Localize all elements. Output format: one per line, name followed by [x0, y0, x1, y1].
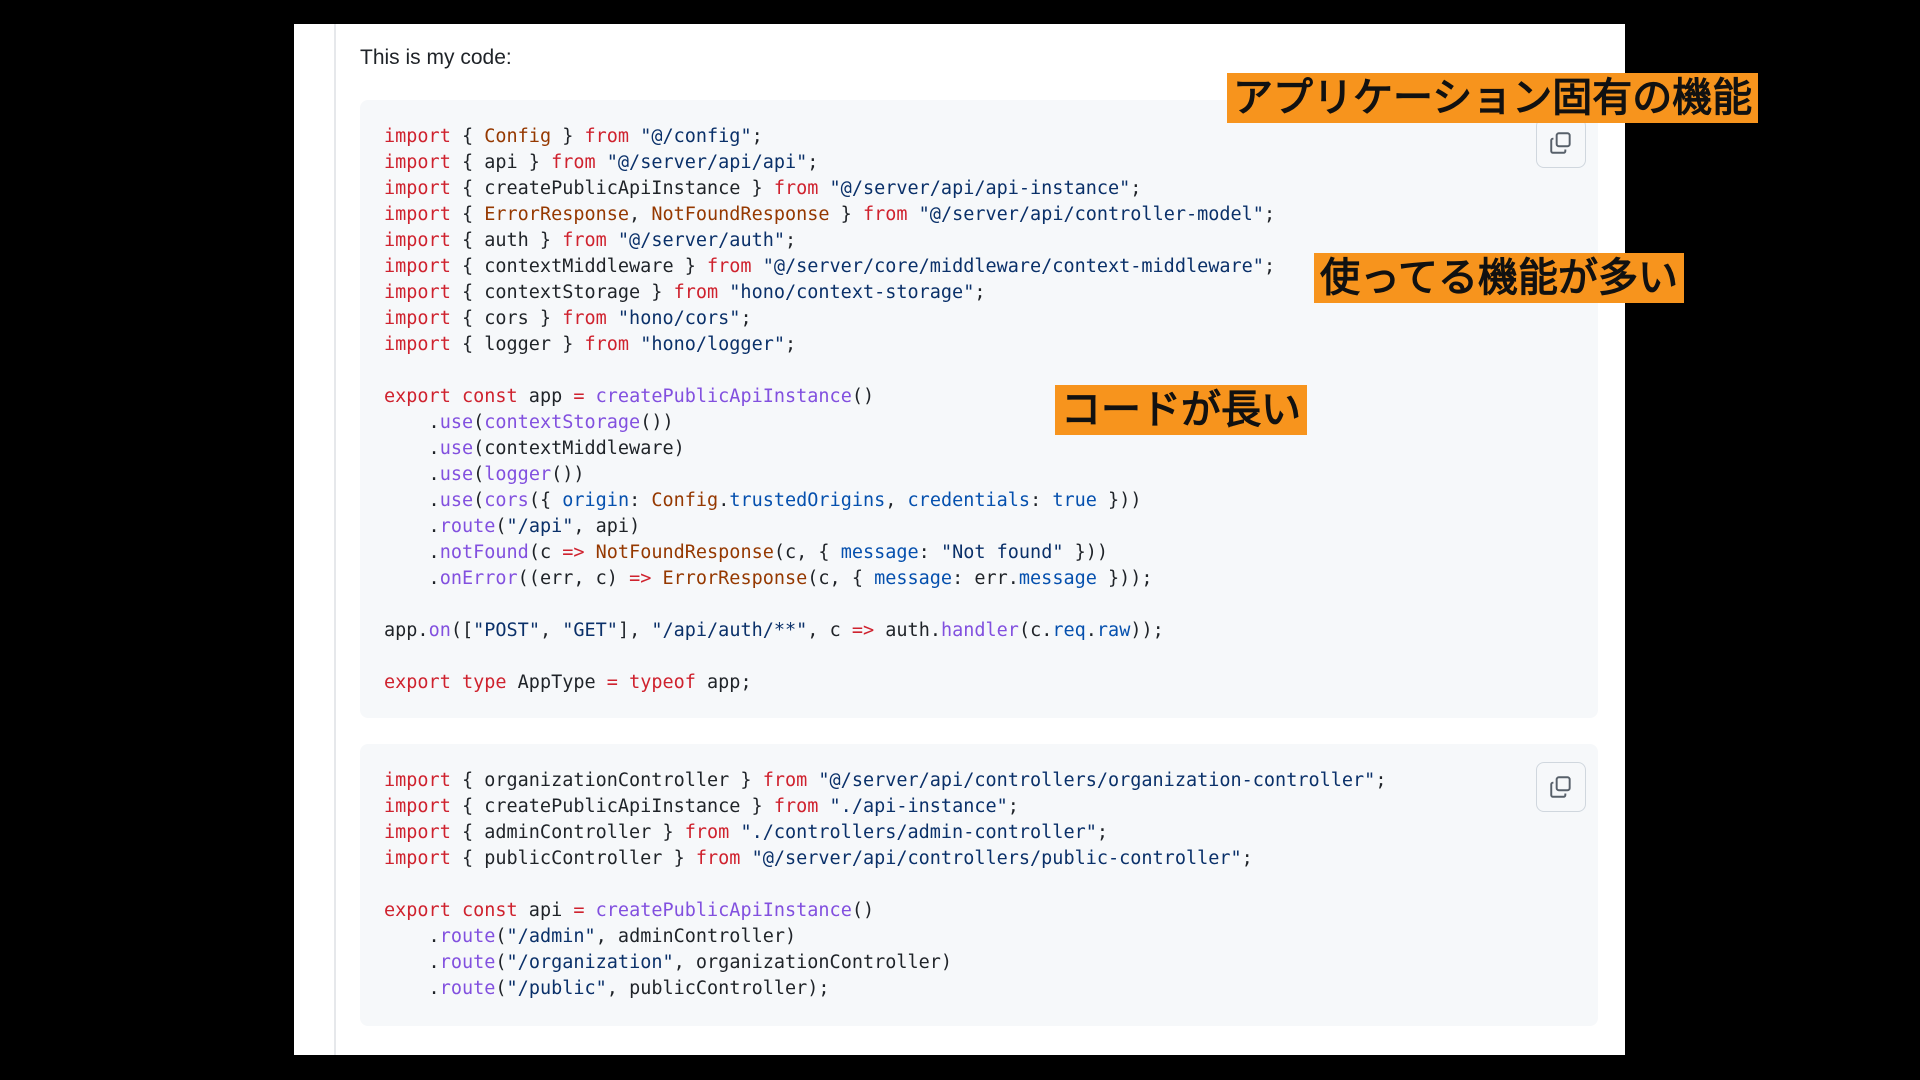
code-line: import { adminController } from "./contr… — [384, 822, 1108, 843]
content-panel: This is my code: import { Config } from … — [294, 24, 1625, 1055]
code-line: export const api = createPublicApiInstan… — [384, 900, 875, 921]
code-line: import { ErrorResponse, NotFoundResponse… — [384, 204, 1276, 225]
code-line: import { contextStorage } from "hono/con… — [384, 282, 986, 303]
copy-icon — [1550, 132, 1571, 154]
code-line: .use(logger()) — [384, 464, 585, 485]
copy-button[interactable] — [1536, 118, 1586, 168]
code-line: app.on(["POST", "GET"], "/api/auth/**", … — [384, 620, 1164, 641]
copy-button[interactable] — [1536, 762, 1586, 812]
code-line: import { contextMiddleware } from "@/ser… — [384, 256, 1276, 277]
copy-icon — [1550, 776, 1571, 798]
code-line: import { createPublicApiInstance } from … — [384, 178, 1142, 199]
code-line: export type AppType = typeof app; — [384, 672, 752, 693]
code-block-2: import { organizationController } from "… — [360, 744, 1598, 1026]
code-line: import { organizationController } from "… — [384, 770, 1387, 791]
code-line: .route("/api", api) — [384, 516, 641, 537]
code-line: import { Config } from "@/config"; — [384, 126, 763, 147]
annotation-code-long: コードが長い — [1055, 385, 1307, 435]
code-line: import { auth } from "@/server/auth"; — [384, 230, 797, 251]
code-line: .route("/public", publicController); — [384, 978, 830, 999]
code-line: import { cors } from "hono/cors"; — [384, 308, 752, 329]
code-line: import { publicController } from "@/serv… — [384, 848, 1253, 869]
code-line: .onError((err, c) => ErrorResponse(c, { … — [384, 568, 1153, 589]
code-line: import { createPublicApiInstance } from … — [384, 796, 1019, 817]
intro-text: This is my code: — [360, 46, 512, 69]
code-line: .route("/admin", adminController) — [384, 926, 797, 947]
code-line: import { logger } from "hono/logger"; — [384, 334, 797, 355]
code-line: import { api } from "@/server/api/api"; — [384, 152, 819, 173]
code-block-1: import { Config } from "@/config"; import… — [360, 100, 1598, 718]
code-line: .use(cors({ origin: Config.trustedOrigin… — [384, 490, 1142, 511]
code-line: .notFound(c => NotFoundResponse(c, { mes… — [384, 542, 1109, 563]
annotation-app-specific: アプリケーション固有の機能 — [1227, 73, 1759, 123]
annotation-many-features: 使ってる機能が多い — [1314, 253, 1684, 303]
thread-line — [334, 24, 336, 1055]
code-text-2: import { organizationController } from "… — [384, 768, 1386, 1002]
code-line: .use(contextMiddleware) — [384, 438, 685, 459]
code-line: .route("/organization", organizationCont… — [384, 952, 953, 973]
